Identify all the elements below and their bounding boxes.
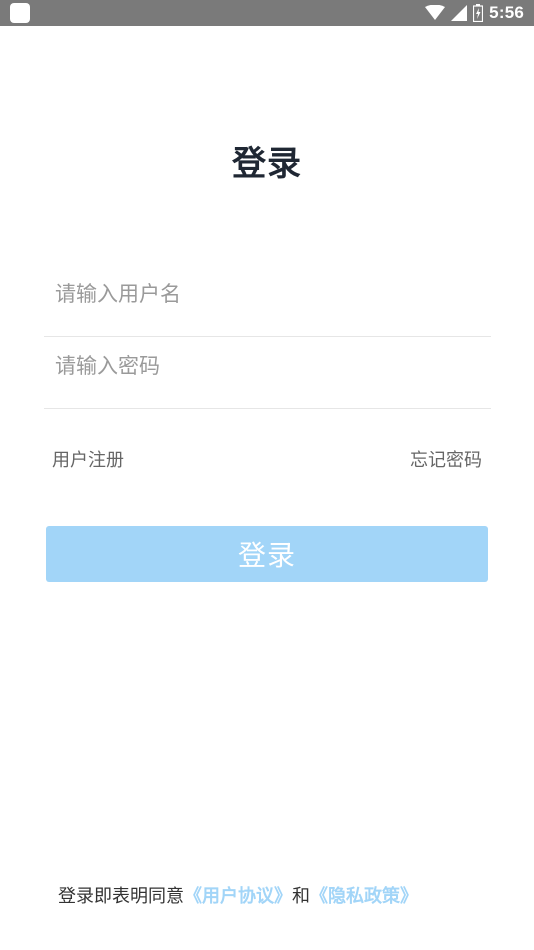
- agreement-text: 登录即表明同意《用户协议》和《隐私政策》: [58, 882, 418, 908]
- app-square-icon: [10, 3, 30, 23]
- username-input[interactable]: [55, 278, 475, 310]
- forgot-password-link[interactable]: 忘记密码: [410, 446, 482, 472]
- wifi-icon: [425, 5, 446, 21]
- signal-icon: [451, 5, 468, 21]
- password-field: [44, 336, 491, 409]
- user-agreement-link[interactable]: 《用户协议》: [184, 886, 292, 907]
- status-time: 5:56: [489, 3, 524, 22]
- privacy-policy-link[interactable]: 《隐私政策》: [310, 886, 418, 907]
- status-icons: 5:56: [425, 0, 524, 26]
- username-field: [44, 264, 491, 337]
- agreement-and: 和: [292, 886, 310, 907]
- battery-icon: [473, 4, 484, 22]
- agreement-prefix: 登录即表明同意: [58, 886, 184, 907]
- password-input[interactable]: [55, 350, 475, 382]
- status-bar: 5:56: [0, 0, 534, 26]
- login-button[interactable]: 登录: [46, 526, 488, 582]
- register-link[interactable]: 用户注册: [52, 446, 124, 472]
- page-title: 登录: [232, 144, 302, 184]
